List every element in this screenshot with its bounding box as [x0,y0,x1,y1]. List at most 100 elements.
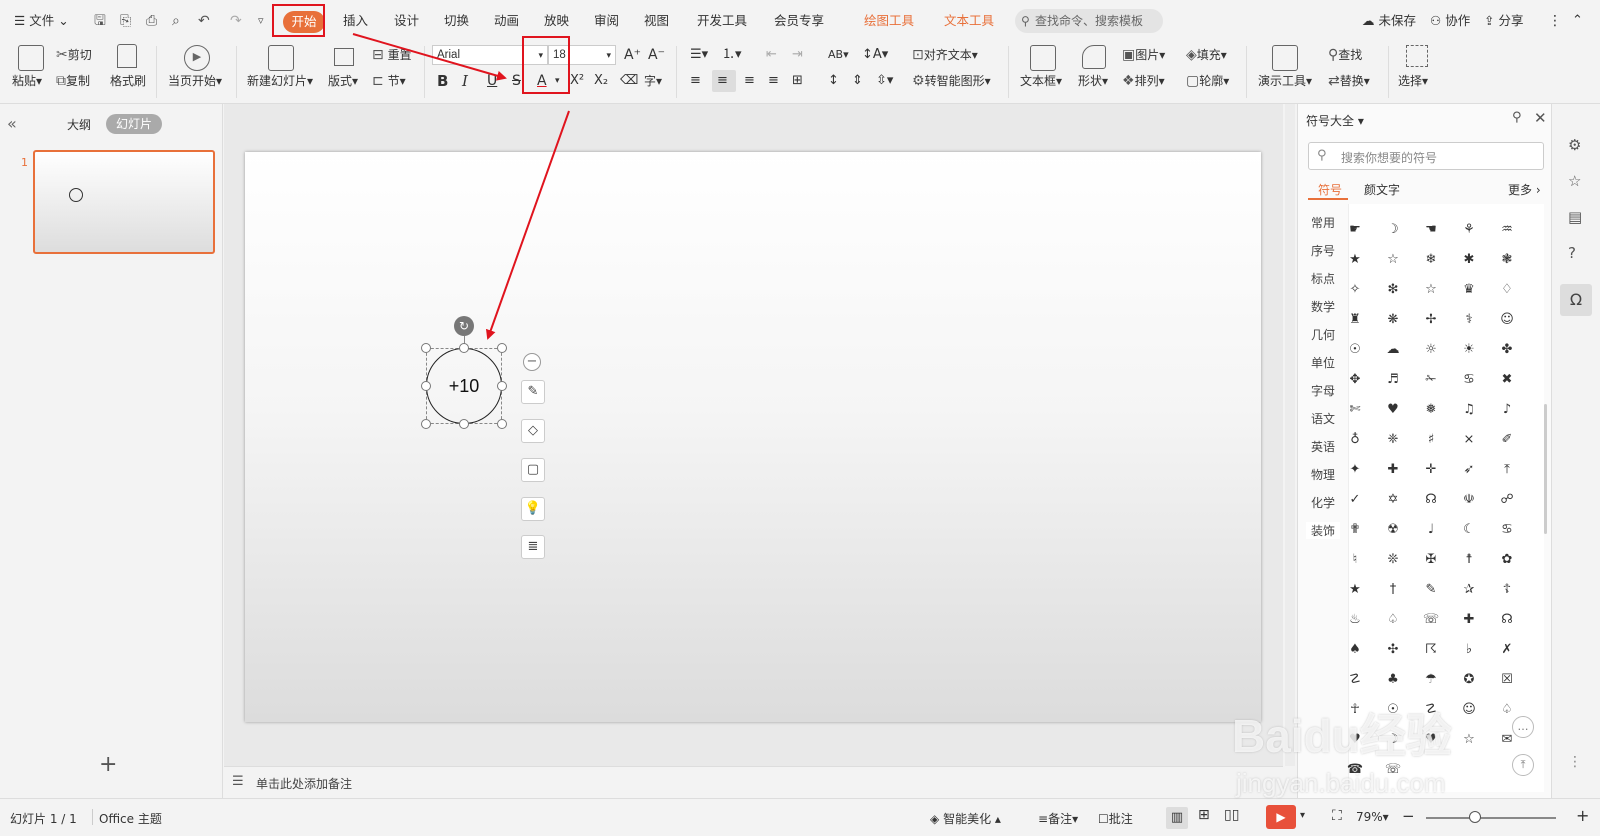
symbol-cell[interactable]: ☂ [1417,672,1445,688]
paste-button[interactable]: 粘贴▾ [12,72,42,90]
canvas-scrollbar[interactable] [1285,104,1295,766]
symbol-cell[interactable]: ♤ [1493,702,1521,718]
shape-style-icon[interactable]: ✎ [521,380,545,404]
align-center-icon[interactable]: ≡ [717,72,728,90]
tab-member[interactable]: 会员专享 [774,11,824,31]
strikethrough-icon[interactable]: S [512,72,521,90]
textbox-button[interactable]: 文本框▾ [1020,72,1062,90]
symbol-cell[interactable]: ➶ [1455,462,1483,478]
slide[interactable] [245,152,1261,722]
font-color-icon[interactable]: A [537,72,547,90]
increase-font-icon[interactable]: A⁺ [624,46,641,64]
symbol-category-item[interactable]: 装饰 [1306,522,1340,539]
symbol-cell[interactable]: ♢ [1493,282,1521,298]
font-size-select[interactable]: 18 ▾ [548,45,616,65]
cut-button[interactable]: ✂剪切 [56,46,92,64]
increase-indent-icon[interactable]: ⇥ [792,46,803,64]
customize-toolbar-icon[interactable]: ▿ [258,11,264,31]
align-left-icon[interactable]: ≡ [690,72,701,90]
symbol-cell[interactable]: ☏ [1417,612,1445,628]
new-slide-button[interactable]: 新建幻灯片▾ [247,72,313,90]
collapse-pane-icon[interactable]: « [7,114,17,133]
tab-start[interactable]: 开始 [283,11,325,33]
symbol-cell[interactable]: ☆ [1417,282,1445,298]
symbol-cell[interactable]: ☈ [1417,642,1445,658]
find-button[interactable]: ⚲查找 [1328,46,1362,64]
symbol-cell[interactable]: ✓ [1341,492,1369,508]
symbol-cell[interactable]: ✤ [1493,342,1521,358]
symbol-cell[interactable]: ✛ [1417,462,1445,478]
symbol-cell[interactable]: ♤ [1379,612,1407,628]
symbol-cell[interactable]: ♥ [1379,402,1407,418]
paragraph-spacing-icon[interactable]: ⇕ [852,72,863,90]
print-icon[interactable]: ⎙ [146,11,157,31]
outline-button[interactable]: ▢轮廓▾ [1186,72,1229,90]
paste-icon[interactable] [18,45,44,71]
symbol-cell[interactable]: ☺ [1455,702,1483,718]
symbol-cell[interactable]: ♪ [1493,402,1521,418]
resize-handle[interactable] [421,381,431,391]
symbol-cell[interactable]: ♯ [1417,432,1445,448]
symbol-category-item[interactable]: 常用 [1306,214,1340,231]
symbol-cell[interactable]: ✧ [1341,282,1369,298]
back-to-top-icon[interactable]: ⤒ [1512,754,1534,776]
symbol-cell[interactable]: ☚ [1417,222,1445,238]
symbol-cell[interactable]: ♒ [1493,222,1521,238]
present-tools-icon[interactable] [1272,45,1298,71]
play-icon[interactable]: ▶ [184,45,210,71]
shape-button[interactable]: 形状▾ [1078,72,1108,90]
add-slide-icon[interactable]: + [99,752,117,777]
resize-handle[interactable] [459,343,469,353]
font-name-select[interactable]: Arial ▾ [432,45,548,65]
save-icon[interactable]: 🖫 [94,11,106,31]
collaborate-button[interactable]: ⚇ 协作 [1430,11,1470,31]
symbol-search-input[interactable]: ⚲ 搜索你想要的符号 [1308,142,1544,170]
zoom-level[interactable]: 79%▾ [1356,810,1389,824]
select-icon[interactable] [1406,45,1428,67]
symbol-cell[interactable]: ☒ [1493,672,1521,688]
layout-button[interactable]: 版式▾ [328,72,358,90]
resize-handle[interactable] [497,381,507,391]
sort-icon[interactable]: ↕A▾ [862,46,888,64]
symbol-cell[interactable]: ✥ [1341,372,1369,388]
symbol-scrollbar[interactable] [1544,404,1547,534]
eraser-icon[interactable]: ⌫ [620,72,638,90]
undo-icon[interactable]: ↶ [198,11,210,31]
resize-handle[interactable] [497,419,507,429]
close-icon[interactable]: ✕ [1534,109,1547,127]
line-spacing-icon[interactable]: ↕ [828,72,839,90]
bullet-list-icon[interactable]: ☰▾ [690,46,708,64]
superscript-icon[interactable]: X² [570,72,584,90]
symbol-cell[interactable]: ⚘ [1455,222,1483,238]
symbol-cell[interactable]: ✟ [1341,522,1369,538]
fit-window-icon[interactable]: ⛶ [1332,808,1342,824]
symbol-cell[interactable]: ☊ [1417,492,1445,508]
symbol-cell[interactable]: ✖ [1493,372,1521,388]
font-color-dropdown[interactable]: ▾ [555,72,560,90]
symbol-panel-title[interactable]: 符号大全 ▾ [1306,112,1364,129]
theme-name[interactable]: Office 主题 [99,810,162,827]
symbol-cell[interactable]: ♁ [1341,432,1369,448]
resize-handle[interactable] [497,343,507,353]
zoom-in-icon[interactable]: + [1576,806,1589,825]
symbol-cell[interactable]: ♣ [1379,672,1407,688]
arrange-button[interactable]: ❖排列▾ [1122,72,1165,90]
symbol-cell[interactable]: ✚ [1379,462,1407,478]
section-button[interactable]: ⊏ 节▾ [372,72,406,90]
symbol-cell[interactable]: ☽ [1379,222,1407,238]
symbol-cell[interactable]: ☆ [1379,252,1407,268]
output-pdf-icon[interactable]: ⎘ [120,11,131,31]
symbol-cell[interactable]: ♋ [1493,522,1521,538]
slideshow-dropdown[interactable]: ▾ [1300,810,1305,821]
slide-thumbnail[interactable] [33,150,215,254]
symbol-cell[interactable]: ☼ [1417,342,1445,358]
symbol-cell[interactable]: ✰ [1455,582,1483,598]
symbol-category-item[interactable]: 英语 [1306,438,1340,455]
bold-icon[interactable]: B [437,72,448,90]
symbol-cell[interactable]: ✣ [1379,642,1407,658]
symbol-cell[interactable]: ✠ [1417,552,1445,568]
redo-icon[interactable]: ↷ [230,11,242,31]
symbol-cell[interactable]: ☛ [1341,222,1369,238]
symbol-category-item[interactable]: 化学 [1306,494,1340,511]
symbol-cell[interactable]: ☁ [1379,342,1407,358]
